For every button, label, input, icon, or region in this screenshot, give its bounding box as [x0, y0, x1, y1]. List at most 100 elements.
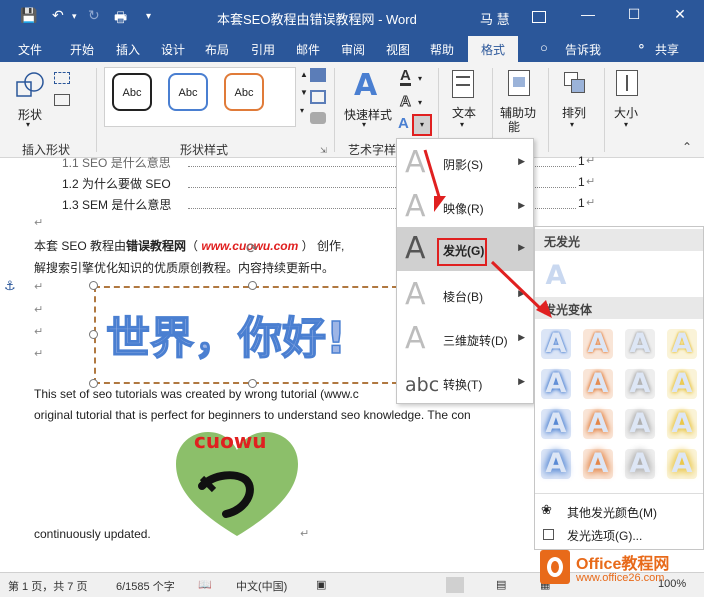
glow-variant-option[interactable]: A — [541, 369, 571, 399]
glow-options[interactable]: 发光选项(G)... — [567, 527, 642, 544]
text-dropdown-icon[interactable]: ▾ — [460, 120, 464, 129]
close-button[interactable]: ✕ — [670, 6, 690, 23]
gallery-more-icon[interactable]: ▾ — [300, 106, 304, 115]
rotate-handle-icon[interactable]: ⟳ — [246, 240, 258, 257]
text-fill-dropdown-icon[interactable]: ▾ — [418, 74, 422, 83]
quick-styles-label[interactable]: 快速样式 — [344, 106, 392, 123]
print-layout-icon[interactable] — [446, 577, 464, 593]
arrange-label[interactable]: 排列 — [562, 104, 586, 121]
language[interactable]: 中文(中国) — [236, 578, 287, 594]
body-paragraph[interactable]: 解搜索引擎优化知识的优质原创教程。内容持续更新中。 — [34, 259, 334, 276]
english-paragraph[interactable]: continuously updated. — [34, 527, 151, 541]
glow-variant-option[interactable]: A — [583, 329, 613, 359]
shapes-dropdown-icon[interactable]: ▾ — [26, 120, 30, 129]
customize-qat-icon[interactable]: ▾ — [146, 11, 151, 22]
tab-format[interactable]: 格式 — [468, 36, 519, 62]
share-button[interactable]: 共享 — [655, 41, 679, 58]
more-glow-colors[interactable]: 其他发光颜色(M) — [567, 504, 657, 521]
resize-handle[interactable] — [89, 330, 98, 339]
shape-fill-icon[interactable] — [310, 68, 326, 82]
alt-text-icon[interactable] — [508, 70, 530, 96]
print-preview-icon[interactable]: 🖶 — [114, 7, 127, 31]
menu-item-bevel[interactable]: A 棱台(B) ▶ — [397, 273, 533, 317]
tab-references[interactable]: 引用 — [251, 41, 275, 58]
arrange-icon[interactable] — [562, 70, 586, 96]
page-count[interactable]: 第 1 页，共 7 页 — [8, 578, 87, 594]
save-icon[interactable]: 💾 — [20, 7, 37, 24]
shapes-icon[interactable] — [14, 70, 46, 100]
accessibility-label-2[interactable]: 能 — [508, 118, 520, 135]
menu-item-3d-rotation[interactable]: A 三维旋转(D) ▶ — [397, 317, 533, 361]
anchor-icon[interactable]: ⚓ — [4, 278, 16, 294]
arrange-dropdown-icon[interactable]: ▾ — [570, 120, 574, 129]
wordart-textbox[interactable]: 世界，你好! — [94, 286, 398, 384]
shape-outline-icon[interactable] — [310, 90, 326, 104]
minimize-button[interactable]: — — [578, 6, 598, 22]
tab-insert[interactable]: 插入 — [116, 41, 140, 58]
menu-item-reflection[interactable]: A 映像(R) ▶ — [397, 185, 533, 229]
text-outline-icon[interactable]: A — [400, 94, 412, 110]
size-icon[interactable] — [616, 70, 638, 96]
text-fill-icon[interactable]: A — [400, 68, 411, 86]
menu-item-shadow[interactable]: A 阴影(S) ▶ — [397, 141, 533, 185]
size-label[interactable]: 大小 — [614, 104, 638, 121]
glow-variant-option[interactable]: A — [541, 409, 571, 439]
macro-icon[interactable]: ▣ — [316, 578, 326, 591]
edit-shape-icon[interactable] — [54, 72, 70, 84]
glow-variant-option[interactable]: A — [625, 369, 655, 399]
size-dropdown-icon[interactable]: ▾ — [624, 120, 628, 129]
body-paragraph[interactable]: 本套 SEO 教程由错误教程网（ www.cuowu.com ） 创作, — [34, 237, 344, 254]
toc-entry[interactable]: 1.2 为什么要做 SEO — [62, 175, 171, 192]
glow-variant-option[interactable]: A — [625, 449, 655, 479]
tab-file[interactable]: 文件 — [18, 41, 42, 58]
glow-variant-option[interactable]: A — [667, 449, 697, 479]
proofing-icon[interactable]: 📖 — [198, 578, 212, 591]
text-outline-dropdown-icon[interactable]: ▾ — [418, 98, 422, 107]
glow-variant-option[interactable]: A — [625, 409, 655, 439]
wordart-text[interactable]: 世界，你好! — [105, 302, 347, 366]
glow-variant-option[interactable]: A — [667, 369, 697, 399]
undo-dropdown-icon[interactable]: ▾ — [72, 11, 77, 22]
glow-variant-option[interactable]: A — [541, 449, 571, 479]
text-box-icon[interactable] — [54, 94, 70, 106]
undo-icon[interactable]: ↶ — [52, 7, 64, 24]
toc-entry[interactable]: 1.1 SEO 是什么意思 — [62, 154, 171, 171]
collapse-ribbon-icon[interactable]: ⌃ — [682, 140, 692, 154]
shape-style-swatch-black[interactable]: Abc — [112, 73, 152, 111]
tab-layout[interactable]: 布局 — [205, 41, 229, 58]
tab-view[interactable]: 视图 — [386, 41, 410, 58]
dialog-launcher-icon[interactable]: ⇲ — [320, 146, 327, 155]
web-layout-icon[interactable]: ▤ — [496, 578, 506, 591]
ribbon-display-options-icon[interactable] — [532, 11, 546, 23]
quick-styles-dropdown-icon[interactable]: ▾ — [362, 120, 366, 129]
english-paragraph[interactable]: This set of seo tutorials was created by… — [34, 387, 359, 401]
english-paragraph[interactable]: original tutorial that is perfect for be… — [34, 408, 471, 422]
text-effects-icon[interactable]: A — [398, 116, 409, 131]
shape-effects-icon[interactable] — [310, 112, 326, 124]
resize-handle[interactable] — [89, 281, 98, 290]
glow-variant-option[interactable]: A — [667, 329, 697, 359]
glow-variant-option[interactable]: A — [667, 409, 697, 439]
tab-home[interactable]: 开始 — [70, 41, 94, 58]
glow-variant-option[interactable]: A — [541, 329, 571, 359]
tab-review[interactable]: 审阅 — [341, 41, 365, 58]
tell-me-search[interactable]: 告诉我 — [565, 41, 601, 58]
shape-style-swatch-orange[interactable]: Abc — [224, 73, 264, 111]
glow-variant-option[interactable]: A — [583, 409, 613, 439]
quick-styles-icon[interactable]: A — [354, 68, 377, 103]
toc-entry[interactable]: 1.3 SEM 是什么意思 — [62, 196, 171, 213]
cuowu-logo-image[interactable]: cuowu — [174, 429, 300, 538]
text-icon[interactable] — [452, 70, 474, 98]
tab-mailings[interactable]: 邮件 — [296, 41, 320, 58]
gallery-up-icon[interactable]: ▲ — [300, 70, 308, 79]
maximize-button[interactable]: ☐ — [624, 6, 644, 23]
menu-item-transform[interactable]: abc 转换(T) ▶ — [397, 361, 533, 405]
glow-variant-option[interactable]: A — [583, 449, 613, 479]
glow-variant-option[interactable]: A — [583, 369, 613, 399]
tab-help[interactable]: 帮助 — [430, 41, 454, 58]
resize-handle[interactable] — [248, 281, 257, 290]
glow-variant-option[interactable]: A — [625, 329, 655, 359]
gallery-down-icon[interactable]: ▼ — [300, 88, 308, 97]
shape-style-swatch-blue[interactable]: Abc — [168, 73, 208, 111]
word-count[interactable]: 6/1585 个字 — [116, 578, 175, 594]
